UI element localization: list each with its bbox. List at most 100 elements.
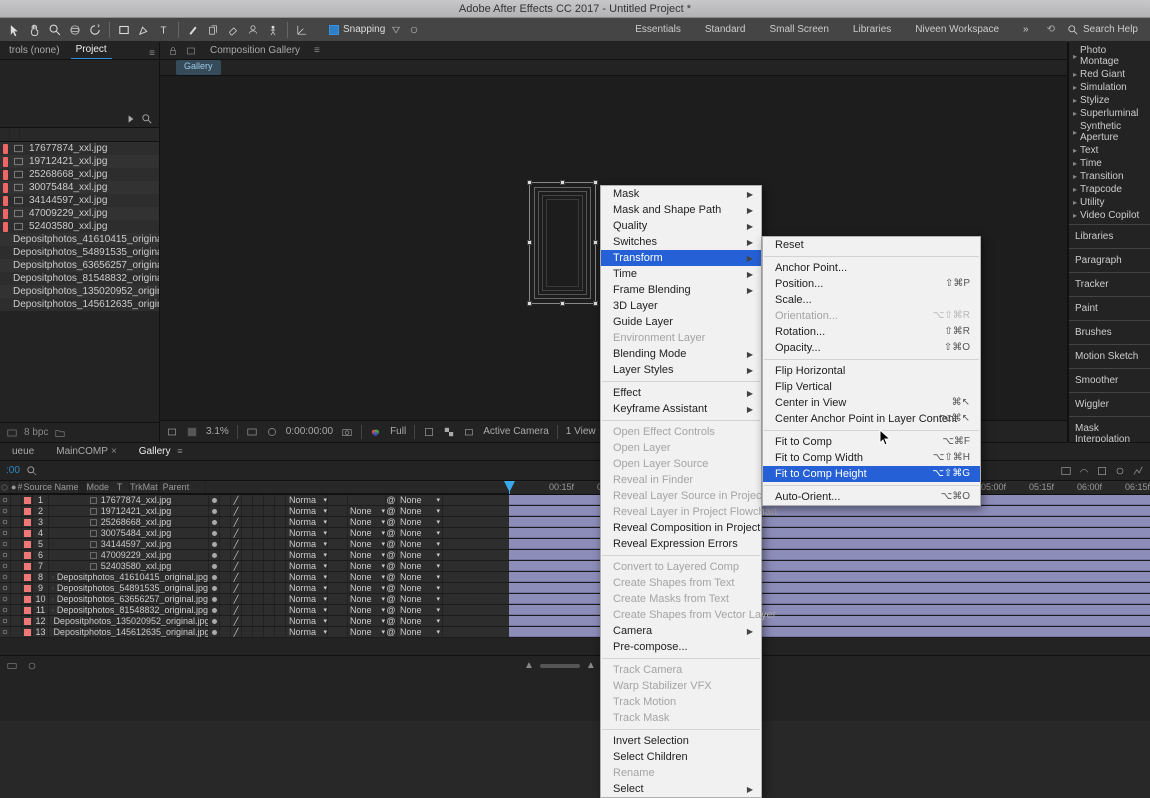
mag-icon[interactable]	[166, 426, 178, 438]
menu-layerstyles[interactable]: Layer Styles	[601, 362, 761, 378]
project-file-item[interactable]: 30075484_xxl.jpg	[0, 181, 159, 194]
project-file-item[interactable]: Depositphotos_41610415_original.jpg	[0, 233, 159, 246]
menu-mask-shape[interactable]: Mask and Shape Path	[601, 202, 761, 218]
menu-kfassist[interactable]: Keyframe Assistant	[601, 401, 761, 417]
workspace-libraries[interactable]: Libraries	[849, 21, 895, 38]
playhead[interactable]	[509, 481, 510, 494]
menu-flipv[interactable]: Flip Vertical	[763, 379, 980, 395]
project-file-item[interactable]: 47009229_xxl.jpg	[0, 207, 159, 220]
roi-icon[interactable]	[423, 426, 435, 438]
guides-icon[interactable]	[186, 426, 198, 438]
menu-effect[interactable]: Effect	[601, 385, 761, 401]
text-tool-icon[interactable]: T	[155, 21, 173, 39]
workspace-essentials[interactable]: Essentials	[631, 21, 685, 38]
timeline-layer-row[interactable]: 325268668_xxl.jpg╱Norma▾None▾@None▾	[0, 517, 1150, 528]
menu-selchildren[interactable]: Select Children	[601, 749, 761, 765]
panel-section[interactable]: Paragraph	[1069, 248, 1150, 272]
timeline-layer-row[interactable]: 8Depositphotos_41610415_original.jpg╱Nor…	[0, 572, 1150, 583]
search-icon[interactable]	[26, 465, 38, 477]
menu-revealexpr[interactable]: Reveal Expression Errors	[601, 536, 761, 552]
menu-switches[interactable]: Switches	[601, 234, 761, 250]
timeline-layer-row[interactable]: 11Depositphotos_81548832_original.jpg╱No…	[0, 605, 1150, 616]
timeline-layer-row[interactable]: 430075484_xxl.jpg╱Norma▾None▾@None▾	[0, 528, 1150, 539]
fx-category[interactable]: ▸Simulation	[1071, 81, 1148, 94]
zoom-value[interactable]: 3.1%	[206, 426, 229, 437]
graph-icon[interactable]	[1132, 465, 1144, 477]
fx-category[interactable]: ▸Video Copilot	[1071, 209, 1148, 222]
new-folder-icon[interactable]	[54, 427, 66, 439]
snapping-toggle[interactable]: Snapping	[329, 23, 421, 37]
menu-fitwidth[interactable]: Fit to Comp Width⌥⇧⌘H	[763, 450, 980, 466]
clone-tool-icon[interactable]	[204, 21, 222, 39]
menu-3dlayer[interactable]: 3D Layer	[601, 298, 761, 314]
resolution-icon[interactable]	[246, 426, 258, 438]
view-count[interactable]: 1 View	[566, 426, 596, 437]
project-file-list[interactable]: 17677874_xxl.jpg19712421_xxl.jpg25268668…	[0, 142, 159, 422]
render-queue-tab[interactable]: ueue	[6, 444, 40, 460]
reset-workspace-icon[interactable]: ⟲	[1043, 24, 1059, 35]
timeline-layer-row[interactable]: 647009229_xxl.jpg╱Norma▾None▾@None▾	[0, 550, 1150, 561]
selected-layer-bounds[interactable]	[529, 182, 596, 304]
menu-anchor[interactable]: Anchor Point...	[763, 260, 980, 276]
menu-centeranchor[interactable]: Center Anchor Point in Layer Content⌥⌘↖	[763, 411, 980, 427]
3dview-icon[interactable]	[463, 426, 475, 438]
menu-fliph[interactable]: Flip Horizontal	[763, 363, 980, 379]
fx-category[interactable]: ▸Trapcode	[1071, 183, 1148, 196]
menu-position[interactable]: Position...⇧⌘P	[763, 276, 980, 292]
zoom-slider[interactable]	[540, 664, 580, 668]
fx-category[interactable]: ▸Text	[1071, 144, 1148, 157]
roto-tool-icon[interactable]	[244, 21, 262, 39]
zoom-tool-icon[interactable]	[46, 21, 64, 39]
panel-section[interactable]: Tracker	[1069, 272, 1150, 296]
local-axis-icon[interactable]	[293, 21, 311, 39]
snapshot-icon[interactable]	[341, 426, 353, 438]
fx-category[interactable]: ▸Red Giant	[1071, 68, 1148, 81]
menu-camera[interactable]: Camera	[601, 623, 761, 639]
panel-section[interactable]: Paint	[1069, 296, 1150, 320]
timeline-layer-row[interactable]: 752403580_xxl.jpg╱Norma▾None▾@None▾	[0, 561, 1150, 572]
panel-section[interactable]: Motion Sketch	[1069, 344, 1150, 368]
menu-rotation[interactable]: Rotation...⇧⌘R	[763, 324, 980, 340]
fx-category[interactable]: ▸Superluminal	[1071, 107, 1148, 120]
project-file-item[interactable]: Depositphotos_81548832_original.jpg	[0, 272, 159, 285]
project-file-item[interactable]: Depositphotos_135020952_original.jpg	[0, 285, 159, 298]
puppet-tool-icon[interactable]	[264, 21, 282, 39]
frame-blend-icon[interactable]	[1096, 465, 1108, 477]
gallery-tab[interactable]: Gallery ≡	[133, 444, 189, 460]
project-file-item[interactable]: 19712421_xxl.jpg	[0, 155, 159, 168]
timeline-layer-row[interactable]: 12Depositphotos_135020952_original.jpg╱N…	[0, 616, 1150, 627]
project-file-item[interactable]: 25268668_xxl.jpg	[0, 168, 159, 181]
timeline-layer-row[interactable]: 9Depositphotos_54891535_original.jpg╱Nor…	[0, 583, 1150, 594]
workspace-niveen[interactable]: Niveen Workspace	[911, 21, 1003, 38]
transparency-icon[interactable]	[443, 426, 455, 438]
panel-section[interactable]: Wiggler	[1069, 392, 1150, 416]
menu-quality[interactable]: Quality	[601, 218, 761, 234]
mode-col[interactable]: Mode	[86, 481, 110, 493]
menu-autoorient[interactable]: Auto-Orient...⌥⌘O	[763, 489, 980, 505]
project-file-item[interactable]: 52403580_xxl.jpg	[0, 220, 159, 233]
motion-blur-icon[interactable]	[1114, 465, 1126, 477]
menu-frameblending[interactable]: Frame Blending	[601, 282, 761, 298]
menu-time[interactable]: Time	[601, 266, 761, 282]
fx-category[interactable]: ▸Synthetic Aperture	[1071, 120, 1148, 144]
zoom-in-icon[interactable]: ▲	[586, 660, 596, 671]
panel-section[interactable]: Smoother	[1069, 368, 1150, 392]
menu-precompose[interactable]: Pre-compose...	[601, 639, 761, 655]
menu-reset[interactable]: Reset	[763, 237, 980, 253]
selection-tool-icon[interactable]	[6, 21, 24, 39]
hand-tool-icon[interactable]	[26, 21, 44, 39]
menu-invertsel[interactable]: Invert Selection	[601, 733, 761, 749]
project-file-item[interactable]: 34144597_xxl.jpg	[0, 194, 159, 207]
interpret-icon[interactable]	[6, 427, 18, 439]
lock-icon[interactable]	[168, 46, 178, 56]
fx-category[interactable]: ▸Utility	[1071, 196, 1148, 209]
search-help[interactable]: Search Help	[1061, 21, 1144, 39]
menu-fitcomp[interactable]: Fit to Comp⌥⌘F	[763, 434, 980, 450]
timeline-layer-row[interactable]: 13Depositphotos_145612635_original.jpg╱N…	[0, 627, 1150, 638]
orbit-tool-icon[interactable]	[66, 21, 84, 39]
timeline-layer-row[interactable]: 10Depositphotos_63656257_original.jpg╱No…	[0, 594, 1150, 605]
menu-select[interactable]: Select	[601, 781, 761, 797]
search-icon[interactable]	[141, 113, 153, 125]
toggle-switches-icon[interactable]	[6, 660, 18, 672]
panel-section[interactable]: Brushes	[1069, 320, 1150, 344]
